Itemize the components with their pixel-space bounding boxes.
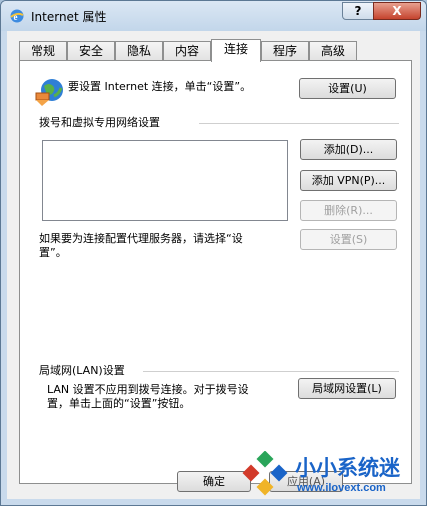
window-title: Internet 属性 (31, 10, 107, 24)
lan-separator (143, 371, 399, 372)
tab-programs[interactable]: 程序 (261, 41, 309, 60)
tab-privacy[interactable]: 隐私 (115, 41, 163, 60)
add-button[interactable]: 添加(D)... (300, 139, 397, 160)
dialog-client-area: 常规 安全 隐私 内容 连接 程序 高级 要设置 Internet 连接，单击“… (7, 31, 420, 499)
tab-content[interactable]: 内容 (163, 41, 211, 60)
delete-button[interactable]: 删除(R)... (300, 200, 397, 221)
help-button[interactable]: ? (342, 2, 374, 20)
svg-text:e: e (14, 12, 18, 22)
proxy-text-line-2: 置”。 (39, 246, 67, 259)
lan-settings-header: 局域网(LAN)设置 (39, 364, 125, 377)
lan-description: LAN 设置不应用到拨号连接。对于拨号设 置，单击上面的“设置”按钮。 (47, 383, 290, 411)
watermark-url: www.ilovext.com (297, 482, 386, 494)
title-bar[interactable]: e Internet 属性 ? X (1, 1, 426, 31)
network-globe-icon (35, 79, 63, 106)
lan-settings-button[interactable]: 局域网设置(L) (298, 378, 396, 399)
tab-advanced[interactable]: 高级 (309, 41, 357, 60)
connections-panel: 要设置 Internet 连接，单击“设置”。 设置(U) 拨号和虚拟专用网络设… (19, 60, 412, 484)
add-vpn-button[interactable]: 添加 VPN(P)... (300, 170, 397, 191)
tab-connections[interactable]: 连接 (211, 39, 261, 62)
proxy-text-line-1: 如果要为连接配置代理服务器，请选择“设 (39, 232, 243, 245)
lan-text-line-2: 置，单击上面的“设置”按钮。 (47, 397, 191, 410)
setup-button[interactable]: 设置(U) (299, 78, 396, 99)
proxy-instruction-text: 如果要为连接配置代理服务器，请选择“设 置”。 (39, 232, 279, 260)
tab-general[interactable]: 常规 (19, 41, 67, 60)
internet-explorer-icon: e (10, 9, 24, 23)
connections-list[interactable] (42, 140, 288, 221)
lan-text-line-1: LAN 设置不应用到拨号连接。对于拨号设 (47, 383, 249, 396)
site-watermark: 小小系统迷 www.ilovext.com (241, 449, 421, 501)
tab-security[interactable]: 安全 (67, 41, 115, 60)
watermark-brand: 小小系统迷 (295, 456, 400, 480)
ok-button[interactable]: 确定 (177, 471, 251, 492)
proxy-settings-button[interactable]: 设置(S) (300, 229, 397, 250)
dialup-vpn-header: 拨号和虚拟专用网络设置 (39, 116, 160, 129)
setup-connection-text: 要设置 Internet 连接，单击“设置”。 (68, 80, 252, 93)
watermark-logo-icon (242, 451, 288, 496)
dialup-separator (199, 123, 399, 124)
internet-properties-window: e Internet 属性 ? X 常规 安全 隐私 内容 连接 程序 高级 要… (0, 0, 427, 506)
close-button[interactable]: X (373, 2, 421, 20)
